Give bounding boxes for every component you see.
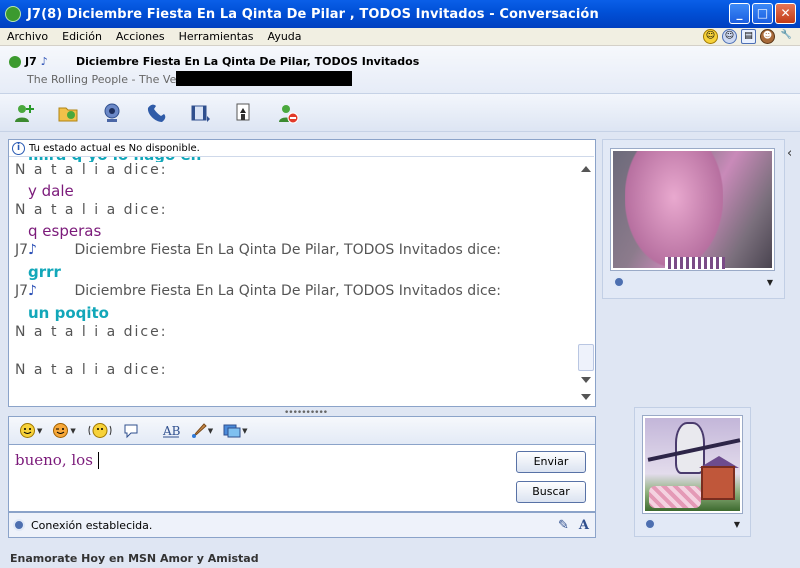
connection-webcam-icon [13,519,25,531]
message-input-text[interactable]: bueno, los [15,451,93,469]
own-display-picture[interactable] [642,415,743,514]
nudge-icon[interactable] [88,422,112,439]
emoticon-icon[interactable]: ▼ [19,422,42,439]
ad-banner-text[interactable]: Enamorate Hoy en MSN Amor y Amistad [10,552,259,565]
own-picture-options[interactable]: ▼ [644,518,740,530]
status-note-text: Tu estado actual es No disponible. [29,142,200,154]
monkey-icon[interactable]: ☻ [760,29,775,44]
connection-status-text: Conexión establecida. [31,518,153,532]
send-files-icon[interactable] [57,102,79,124]
text-mode-icon[interactable]: A [579,518,589,533]
webcam-small-icon [644,518,656,530]
speaker-prefix: J7 [15,283,29,299]
voice-call-icon[interactable] [145,102,167,124]
menu-herramientas[interactable]: Herramientas [172,30,261,43]
statusbar-tools: ✎ A [558,518,595,533]
menu-ayuda[interactable]: Ayuda [261,30,309,43]
menu-bar: Archivo Edición Acciones Herramientas Ay… [0,28,800,46]
contact-picture-options[interactable]: ▼ [613,276,773,288]
conversation-header: J7 ♪ Diciembre Fiesta En La Qinta De Pil… [0,46,800,94]
invite-contact-icon[interactable] [13,102,35,124]
collapse-panel-icon[interactable]: ‹ [787,146,792,161]
msn-buddy-icon [5,6,21,22]
scroll-thumb[interactable] [578,344,594,371]
music-note-icon: ♪ [40,55,48,68]
info-icon: i [12,141,25,155]
search-button[interactable]: Buscar [516,481,586,503]
font-icon[interactable]: AB [162,422,180,439]
message-input[interactable]: bueno, los [8,444,596,512]
self-name: J7 [25,55,37,68]
speaker-line: N a t a l i a dice: [15,162,168,178]
wink-icon[interactable]: ▼ [52,422,76,439]
picture-pink [649,486,701,508]
music-note-icon: ♪ [28,283,37,299]
speaker-name: Diciembre Fiesta En La Qinta De Pilar, T… [74,283,502,299]
speaker-name: Diciembre Fiesta En La Qinta De Pilar, T… [74,242,502,258]
speaker-line: N a t a l i a dice: [15,324,168,340]
speaker-line-long: J7♪ Diciembre Fiesta En La Qinta De Pila… [15,242,575,263]
main-toolbar [0,94,800,132]
speaker-line: N a t a l i a dice: [15,202,168,218]
text-caret [98,452,99,469]
games-icon[interactable] [233,102,255,124]
maximize-button[interactable]: □ [752,3,773,24]
now-playing-text: The Rolling People - The Verve [27,73,195,86]
scroll-down-arrow[interactable] [581,377,591,383]
buddy-status-icon [9,55,21,68]
picture-house [701,466,735,500]
notes-icon[interactable]: ▤ [741,29,756,44]
minimize-button[interactable]: _ [729,3,750,24]
send-button[interactable]: Enviar [516,451,586,473]
format-toolbar: ▼ ▼ AB ▼ ▼ [8,416,596,444]
picture-band [665,257,725,269]
menu-acciones[interactable]: Acciones [109,30,172,43]
svg-text:AB: AB [162,424,180,438]
vertical-scrollbar[interactable] [577,158,595,406]
contact-name: Diciembre Fiesta En La Qinta De Pilar, T… [76,55,420,68]
redaction-box [176,71,352,86]
menu-icons: ☺ ☺ ▤ ☻ 🔧 [703,29,794,44]
menu-edicion[interactable]: Edición [55,30,109,43]
menu-archivo[interactable]: Archivo [0,30,55,43]
speaker-line-long: J7♪ Diciembre Fiesta En La Qinta De Pila… [15,283,575,304]
scroll-up-arrow[interactable] [581,166,591,172]
display-picture-icon[interactable]: ▼ [223,422,248,439]
window-controls: _ □ ✕ [729,3,796,24]
close-button[interactable]: ✕ [775,3,796,24]
self-buddy[interactable]: J7 ♪ [9,55,48,68]
dropdown-arrow-icon[interactable]: ▼ [767,278,773,287]
webcam-small-icon [613,276,625,288]
message-text: q esperas [28,222,102,240]
speaker-line: N a t a l i a dice: [15,362,168,378]
handwriting-icon[interactable]: ✎ [558,518,569,533]
picture-figure [625,151,723,267]
tools-icon[interactable]: 🔧 [779,29,794,44]
message-text: un poqito [28,304,109,322]
status-note: i Tu estado actual es No disponible. [9,140,594,157]
voice-clip-icon[interactable] [122,422,140,439]
window-title: J7(8) Diciembre Fiesta En La Qinta De Pi… [27,6,599,22]
speaker-prefix: J7 [15,242,29,258]
dropdown-arrow-icon[interactable]: ▼ [734,520,740,529]
activities-icon[interactable] [189,102,211,124]
conversation-history[interactable]: mira q yo lo hago en N a t a l i a dice:… [8,139,596,407]
smiley-icon[interactable]: ☺ [703,29,718,44]
background-icon[interactable]: ▼ [190,422,213,439]
emoticon-gallery-icon[interactable]: ☺ [722,29,737,44]
scroll-end-arrow[interactable] [581,394,591,400]
music-note-icon: ♪ [28,242,37,258]
title-bar: J7(8) Diciembre Fiesta En La Qinta De Pi… [0,0,800,28]
webcam-icon[interactable] [101,102,123,124]
contact-display-picture[interactable] [610,148,775,271]
message-text: grrr [28,263,61,281]
block-icon[interactable] [277,102,299,124]
message-text: y dale [28,182,74,200]
message-list: mira q yo lo hago en N a t a l i a dice:… [15,146,575,382]
status-bar: Conexión establecida. ✎ A [8,512,596,538]
